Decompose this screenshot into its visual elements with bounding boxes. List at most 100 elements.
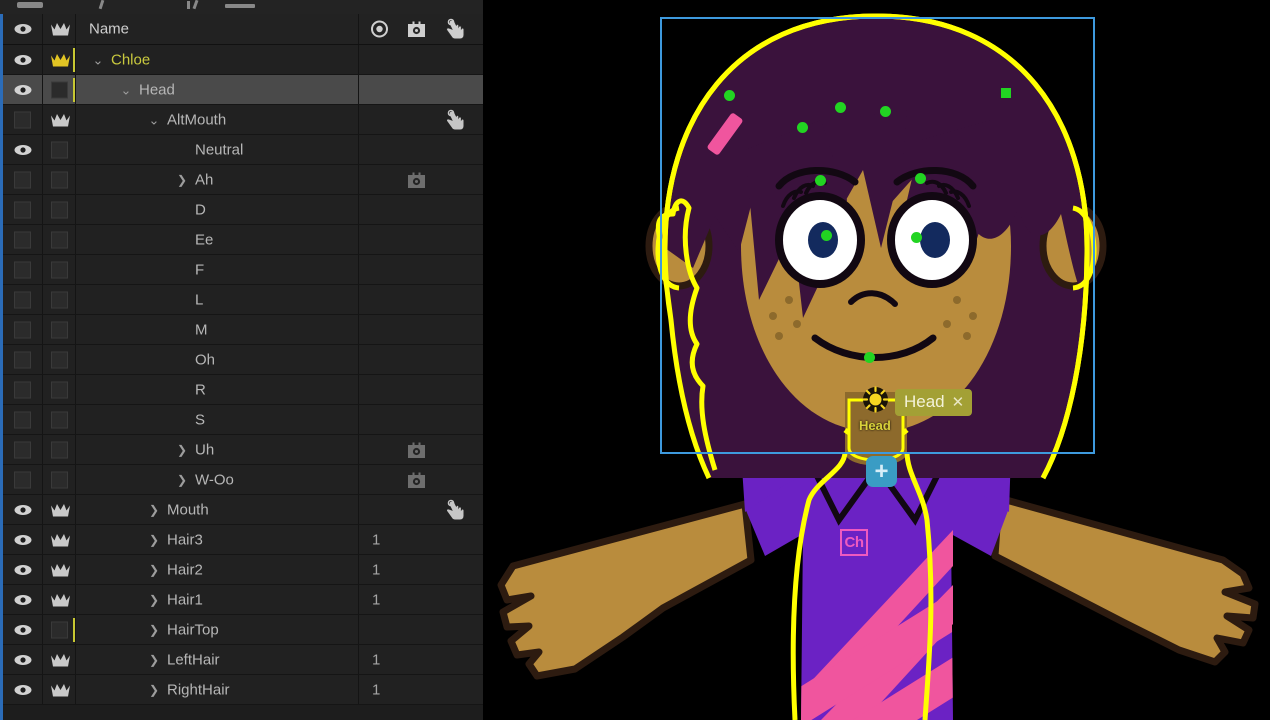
row-value-cell[interactable] [358,255,483,284]
trigger-hand-icon[interactable] [444,109,466,131]
row-crown-cell[interactable] [42,165,75,194]
eye-icon[interactable] [14,504,32,515]
chevron-right-icon[interactable]: ❯ [145,654,163,666]
row-value-cell[interactable]: 1 [358,645,483,674]
hierarchy-row-m[interactable]: M [3,315,483,345]
hierarchy-row-oh[interactable]: Oh [3,345,483,375]
row-value-cell[interactable]: 1 [358,525,483,554]
row-visibility-cell[interactable] [3,45,42,74]
row-visibility-cell[interactable] [3,75,42,104]
row-visibility-cell[interactable] [3,195,42,224]
row-crown-cell[interactable] [42,225,75,254]
row-value-cell[interactable] [358,225,483,254]
visibility-toggle-off[interactable] [14,411,31,428]
eye-icon[interactable] [14,534,32,545]
row-visibility-cell[interactable] [3,375,42,404]
chevron-right-icon[interactable]: ❯ [145,684,163,696]
row-value-cell[interactable] [358,615,483,644]
hierarchy-row-s[interactable]: S [3,405,483,435]
row-value-cell[interactable]: 1 [358,555,483,584]
hierarchy-row-head[interactable]: ⌄Head [3,75,483,105]
visibility-toggle-off[interactable] [14,291,31,308]
row-name-cell[interactable]: Oh [75,345,358,374]
row-crown-cell[interactable] [42,255,75,284]
row-visibility-cell[interactable] [3,555,42,584]
toolbar-icon-5[interactable] [225,4,255,8]
row-visibility-cell[interactable] [3,525,42,554]
row-value-cell[interactable] [358,405,483,434]
visibility-toggle-off[interactable] [14,381,31,398]
row-name-cell[interactable]: ❯Hair3 [75,525,358,554]
row-crown-cell[interactable] [42,195,75,224]
crown-toggle-off[interactable] [51,171,68,188]
hierarchy-row-hair1[interactable]: ❯Hair11 [3,585,483,615]
row-visibility-cell[interactable] [3,315,42,344]
hierarchy-row-f[interactable]: F [3,255,483,285]
chevron-down-icon[interactable]: ⌄ [145,113,163,126]
crown-toggle-off[interactable] [51,201,68,218]
hierarchy-row-w-oo[interactable]: ❯W-Oo [3,465,483,495]
row-visibility-cell[interactable] [3,105,42,134]
row-value-cell[interactable] [358,45,483,74]
row-value-cell[interactable] [358,135,483,164]
eye-icon[interactable] [14,54,32,65]
hierarchy-row-l[interactable]: L [3,285,483,315]
eye-icon[interactable] [14,654,32,665]
crown-toggle-off[interactable] [51,471,68,488]
mesh-handle-5[interactable] [815,175,826,186]
mesh-handle-1[interactable] [797,122,808,133]
chevron-down-icon[interactable]: ⌄ [117,83,135,96]
chevron-right-icon[interactable]: ❯ [173,474,191,486]
close-icon[interactable]: ✕ [952,393,965,411]
mesh-handle-2[interactable] [835,102,846,113]
row-value-cell[interactable] [358,465,483,494]
hierarchy-row-r[interactable]: R [3,375,483,405]
row-name-cell[interactable]: ❯Uh [75,435,358,464]
visibility-toggle-off[interactable] [14,171,31,188]
hierarchy-row-hair2[interactable]: ❯Hair21 [3,555,483,585]
row-value-cell[interactable] [358,285,483,314]
visibility-toggle-off[interactable] [14,351,31,368]
row-name-cell[interactable]: ❯Hair2 [75,555,358,584]
crown-icon[interactable] [50,592,71,607]
row-name-cell[interactable]: S [75,405,358,434]
crown-toggle-off[interactable] [51,291,68,308]
visibility-toggle-off[interactable] [14,201,31,218]
mesh-handle-6[interactable] [915,173,926,184]
row-name-cell[interactable]: M [75,315,358,344]
crown-toggle-off[interactable] [51,141,68,158]
row-visibility-cell[interactable] [3,405,42,434]
header-name-col[interactable]: Name [75,14,358,44]
mesh-handle-9[interactable] [864,352,875,363]
row-crown-cell[interactable] [42,675,75,704]
row-crown-cell[interactable] [42,105,75,134]
row-visibility-cell[interactable] [3,135,42,164]
row-value-cell[interactable] [358,195,483,224]
eye-icon[interactable] [14,144,32,155]
hierarchy-row-altmouth[interactable]: ⌄AltMouth [3,105,483,135]
row-crown-cell[interactable] [42,645,75,674]
row-crown-cell[interactable] [42,135,75,164]
row-visibility-cell[interactable] [3,585,42,614]
row-crown-cell[interactable] [42,285,75,314]
behaviors-icon[interactable] [408,472,425,488]
chevron-right-icon[interactable]: ❯ [173,174,191,186]
row-crown-cell[interactable] [42,495,75,524]
row-value-cell[interactable] [358,495,483,524]
row-value-cell[interactable] [358,375,483,404]
row-crown-cell[interactable] [42,75,75,104]
crown-toggle-off[interactable] [51,351,68,368]
origin-pin-icon[interactable] [862,386,889,413]
row-name-cell[interactable]: ⌄AltMouth [75,105,358,134]
row-crown-cell[interactable] [42,375,75,404]
row-visibility-cell[interactable] [3,615,42,644]
row-name-cell[interactable]: ❯Ah [75,165,358,194]
chevron-right-icon[interactable]: ❯ [145,624,163,636]
crown-toggle-off[interactable] [51,261,68,278]
head-tag[interactable]: Head ✕ [895,389,972,416]
row-visibility-cell[interactable] [3,645,42,674]
toolbar-strip-partial[interactable] [0,0,483,14]
eye-icon[interactable] [14,594,32,605]
row-visibility-cell[interactable] [3,225,42,254]
crown-icon[interactable] [50,112,71,127]
